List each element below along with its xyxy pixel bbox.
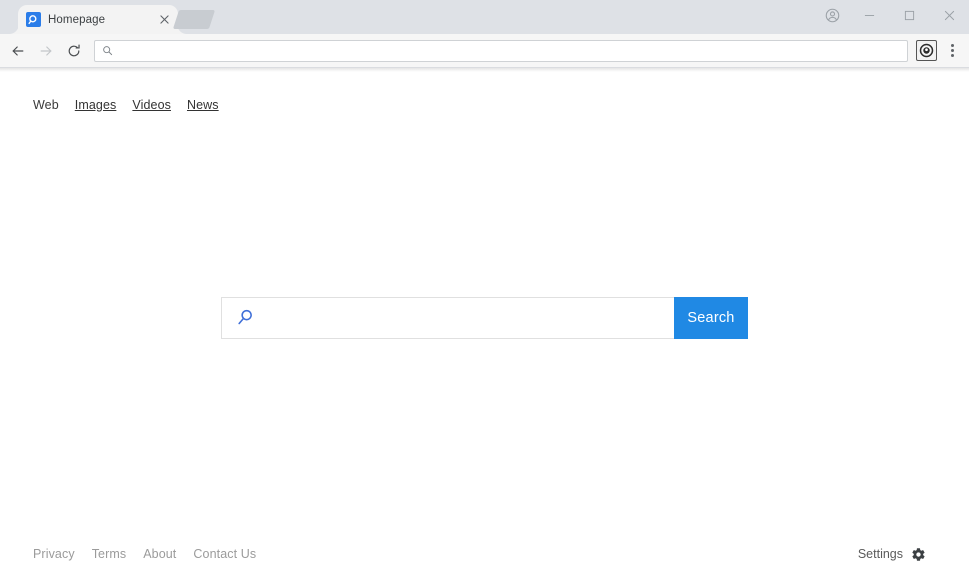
search-favicon <box>26 12 41 27</box>
extension-icon[interactable] <box>916 40 937 61</box>
toolbar-shadow <box>0 68 969 72</box>
address-bar[interactable] <box>94 39 908 62</box>
window-controls <box>815 0 969 30</box>
nav-item-web[interactable]: Web <box>33 98 59 112</box>
browser-window: Homepage Web Images Videos News Search P… <box>0 0 969 574</box>
tab-strip: Homepage <box>0 0 969 34</box>
reload-button-icon[interactable] <box>61 38 87 64</box>
address-bar-input[interactable] <box>120 41 901 60</box>
footer-link-privacy[interactable]: Privacy <box>33 547 75 561</box>
browser-toolbar <box>0 34 969 68</box>
nav-item-news[interactable]: News <box>187 98 219 112</box>
browser-tab-homepage[interactable]: Homepage <box>18 5 178 34</box>
footer-links: Privacy Terms About Contact Us <box>33 547 256 561</box>
chrome-menu-button[interactable] <box>941 38 963 64</box>
settings-label: Settings <box>857 547 903 561</box>
search-field[interactable] <box>221 297 674 339</box>
new-tab-button[interactable] <box>172 10 216 29</box>
footer-link-contact-us[interactable]: Contact Us <box>193 547 256 561</box>
tab-close-icon[interactable] <box>156 12 172 28</box>
nav-item-videos[interactable]: Videos <box>132 98 171 112</box>
menu-dot <box>950 44 954 47</box>
page-footer: Privacy Terms About Contact Us Settings <box>0 543 969 565</box>
omnibox-search-icon <box>101 44 114 57</box>
search-input[interactable] <box>264 305 674 331</box>
menu-dot <box>950 49 954 52</box>
nav-item-images[interactable]: Images <box>75 98 117 112</box>
back-button-icon[interactable] <box>5 38 31 64</box>
page-content: Web Images Videos News Search Privacy Te… <box>0 68 969 574</box>
search-box: Search <box>221 297 748 339</box>
window-minimize-button[interactable] <box>849 2 889 28</box>
footer-link-terms[interactable]: Terms <box>92 547 127 561</box>
menu-dot <box>950 54 954 57</box>
search-button[interactable]: Search <box>674 297 748 339</box>
window-close-button[interactable] <box>929 2 969 28</box>
window-maximize-button[interactable] <box>889 2 929 28</box>
settings-control[interactable]: Settings <box>858 547 926 562</box>
profile-avatar-icon[interactable] <box>815 2 849 28</box>
footer-link-about[interactable]: About <box>143 547 176 561</box>
forward-button-icon <box>33 38 59 64</box>
tab-title: Homepage <box>48 13 106 26</box>
search-icon <box>234 307 256 329</box>
top-navigation: Web Images Videos News <box>33 98 219 112</box>
gear-icon[interactable] <box>911 547 926 562</box>
